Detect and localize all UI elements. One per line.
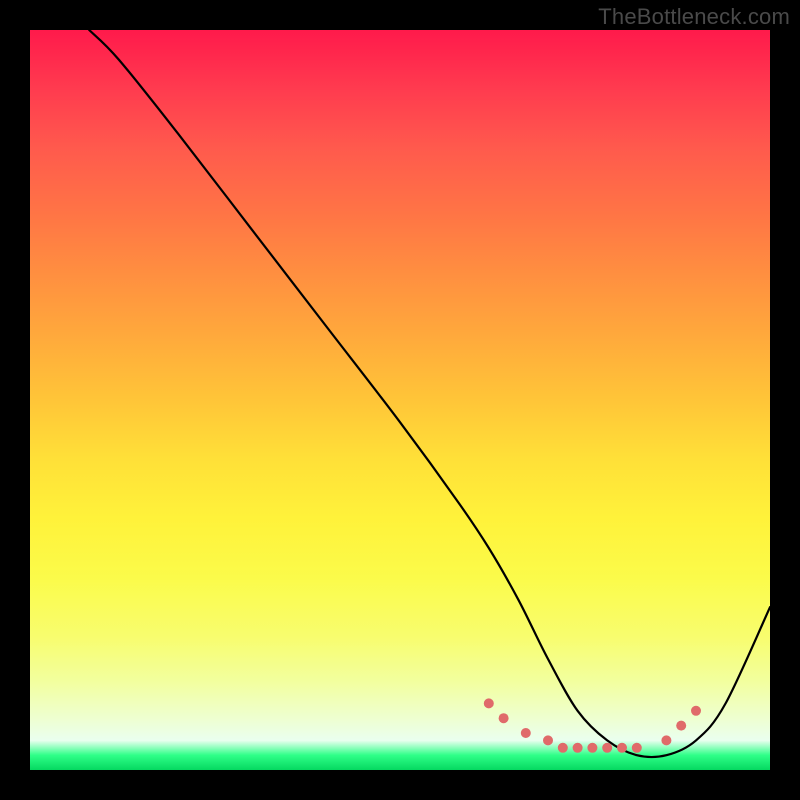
marker-dot [602, 743, 612, 753]
marker-dot [632, 743, 642, 753]
marker-dot [617, 743, 627, 753]
marker-dot [691, 706, 701, 716]
marker-dot [484, 698, 494, 708]
watermark-text: TheBottleneck.com [598, 4, 790, 30]
marker-dot [676, 721, 686, 731]
marker-dot [521, 728, 531, 738]
chart-frame: TheBottleneck.com [0, 0, 800, 800]
marker-dot [558, 743, 568, 753]
marker-dot [543, 735, 553, 745]
marker-dot [573, 743, 583, 753]
marker-dot [587, 743, 597, 753]
marker-dot [499, 713, 509, 723]
curve-markers [484, 698, 701, 752]
marker-dot [661, 735, 671, 745]
plot-area [30, 30, 770, 770]
bottleneck-curve [89, 30, 770, 757]
chart-svg [30, 30, 770, 770]
